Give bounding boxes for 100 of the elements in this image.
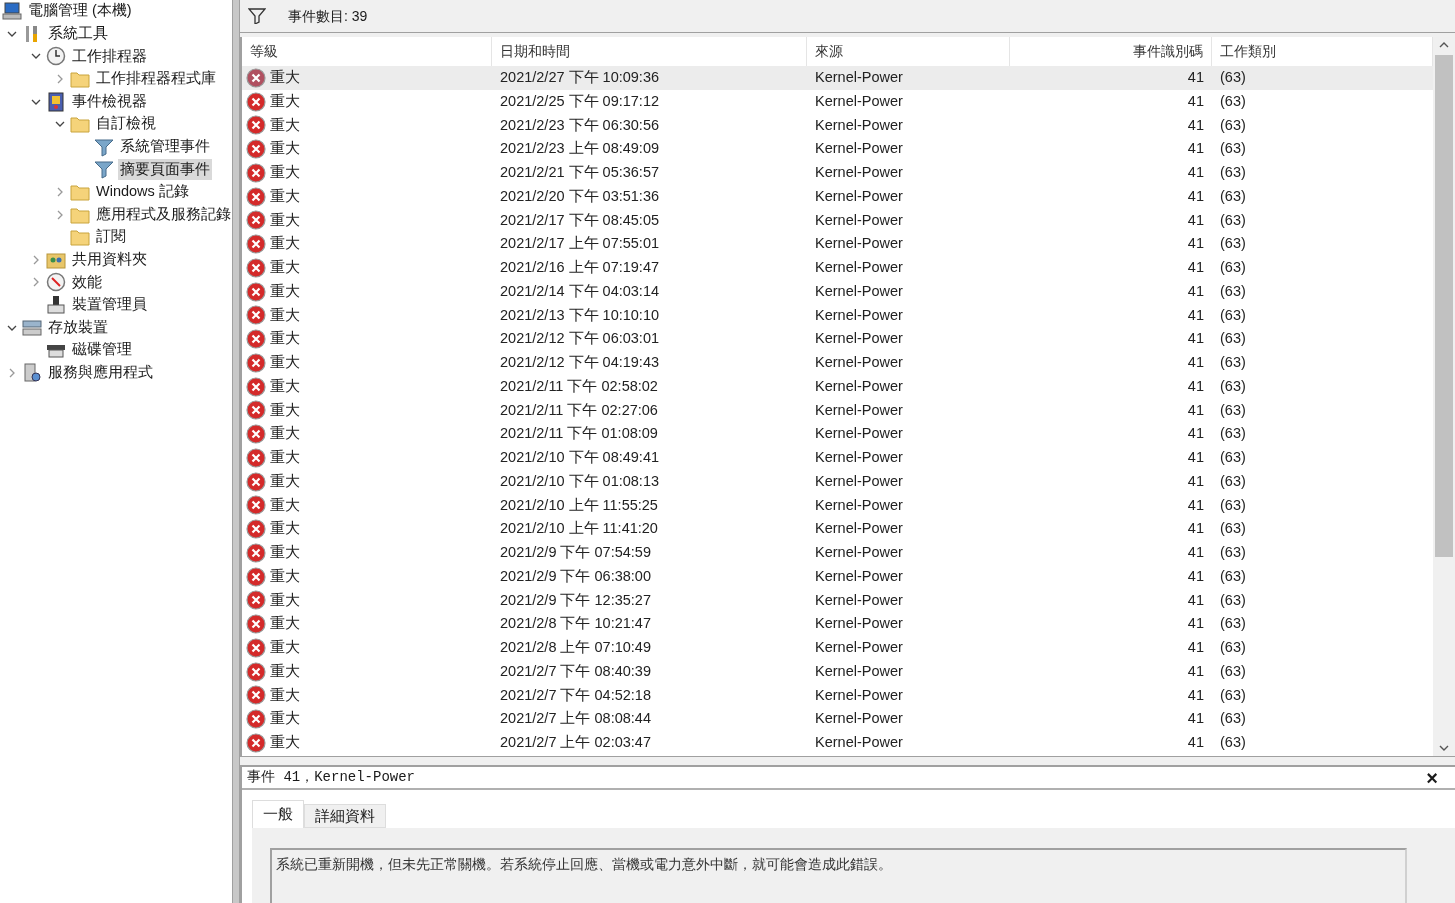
tree-item[interactable]: 工作排程器程式庫 — [94, 68, 218, 90]
table-cell-text: Kernel-Power — [814, 115, 904, 135]
scroll-thumb[interactable] — [1435, 55, 1453, 557]
pane-splitter[interactable] — [232, 0, 240, 903]
table-cell-text: (63) — [1219, 376, 1247, 396]
table-cell-text: 2021/2/17 上午 07:55:01 — [499, 234, 660, 254]
table-cell-text: 41 — [1186, 400, 1205, 420]
table-cell-text: 2021/2/23 上午 08:49:09 — [499, 139, 660, 159]
tree-item[interactable]: 訂閱 — [94, 226, 128, 249]
table-cell-text: 41 — [1186, 424, 1205, 444]
table-cell-text: Kernel-Power — [814, 305, 904, 325]
error-icon — [246, 139, 266, 160]
table-cell-text: 41 — [1186, 376, 1205, 396]
level-text: 重大 — [270, 709, 300, 729]
error-icon — [246, 685, 266, 706]
table-row[interactable]: 重大 2021/2/21 下午 05:36:57 Kernel-Power 41 (63) — [242, 161, 1433, 185]
level-text: 重大 — [270, 353, 300, 372]
tab[interactable]: 詳細資料 — [304, 804, 386, 828]
tree-item[interactable]: 磁碟管理 — [70, 339, 134, 362]
table-cell-text: 2021/2/10 下午 01:08:13 — [499, 471, 660, 491]
table-row[interactable]: 重大 2021/2/7 下午 08:40:39 Kernel-Power 41 (63) — [242, 659, 1433, 684]
tree-item[interactable]: 摘要頁面事件 — [118, 158, 212, 181]
table-cell-text: (63) — [1219, 139, 1247, 159]
table-row[interactable]: 重大 2021/2/23 上午 08:49:09 Kernel-Power 41 (63) — [242, 137, 1433, 161]
table-row[interactable]: 重大 2021/2/20 下午 03:51:36 Kernel-Power 41 (63) — [242, 184, 1433, 209]
table-row[interactable]: 重大 2021/2/23 下午 06:30:56 Kernel-Power 41 (63) — [242, 113, 1433, 138]
table-row[interactable]: 重大 2021/2/17 上午 07:55:01 Kernel-Power 41 (63) — [242, 232, 1433, 256]
tree-item[interactable]: 自訂檢視 — [94, 113, 158, 136]
table-row[interactable]: 重大 2021/2/10 上午 11:55:25 Kernel-Power 41 (63) — [242, 493, 1433, 518]
tree-item[interactable]: 應用程式及服務記錄 — [94, 203, 232, 226]
table-cell-text: Kernel-Power — [814, 590, 904, 610]
table-cell-text: (63) — [1219, 115, 1247, 135]
tree-item[interactable]: 工作排程器 — [70, 45, 149, 68]
tree-item[interactable]: 電腦管理 (本機) — [26, 0, 134, 23]
table-row[interactable]: 重大 2021/2/8 上午 07:10:49 Kernel-Power 41 (63) — [242, 636, 1433, 660]
tree-item[interactable]: 共用資料夾 — [70, 248, 149, 271]
table-cell-text: Kernel-Power — [814, 281, 904, 301]
table-cell-text: (63) — [1219, 733, 1247, 752]
tree-item[interactable]: 存放裝置 — [46, 316, 110, 339]
error-icon — [246, 495, 266, 516]
table-cell-text: 41 — [1186, 448, 1205, 467]
table-cell-text: (63) — [1219, 709, 1247, 729]
tree-item[interactable]: Windows 記錄 — [94, 181, 191, 203]
table-cell-text: Kernel-Power — [814, 163, 904, 182]
error-icon — [246, 162, 266, 183]
table-cell-text: 2021/2/27 下午 10:09:36 — [499, 68, 660, 87]
scroll-down-icon[interactable] — [1439, 744, 1449, 752]
table-cell-text: (63) — [1219, 210, 1247, 230]
table-cell-text: 41 — [1186, 495, 1205, 515]
scrollbar[interactable] — [1433, 37, 1455, 756]
level-text: 重大 — [270, 68, 300, 87]
table-cell-text: Kernel-Power — [814, 329, 904, 349]
table-cell-text: 41 — [1186, 210, 1205, 230]
error-icon — [246, 186, 266, 207]
level-text: 重大 — [270, 139, 300, 159]
table-cell-text: 2021/2/10 上午 11:41:20 — [499, 519, 659, 539]
error-icon — [246, 732, 266, 753]
level-text: 重大 — [270, 329, 300, 349]
table-cell-text: 41 — [1186, 163, 1205, 182]
table-row[interactable]: 重大 2021/2/14 下午 04:03:14 Kernel-Power 41 (63) — [242, 279, 1433, 304]
table-row[interactable]: 重大 2021/2/12 下午 04:19:43 Kernel-Power 41 (63) — [242, 351, 1433, 375]
table-row[interactable]: 重大 2021/2/9 下午 07:54:59 Kernel-Power 41 (63) — [242, 541, 1433, 565]
table-row[interactable]: 重大 2021/2/12 下午 06:03:01 Kernel-Power 41 (63) — [242, 327, 1433, 351]
clock-icon — [46, 46, 66, 67]
level-text: 重大 — [270, 281, 300, 301]
table-cell-text: (63) — [1219, 543, 1247, 562]
table-row[interactable]: 重大 2021/2/7 上午 02:03:47 Kernel-Power 41 (63) — [242, 731, 1433, 755]
table-row[interactable]: 重大 2021/2/9 下午 12:35:27 Kernel-Power 41 (63) — [242, 588, 1433, 613]
table-row[interactable]: 重大 2021/2/7 上午 08:08:44 Kernel-Power 41 (63) — [242, 707, 1433, 731]
table-row[interactable]: 重大 2021/2/10 上午 11:41:20 Kernel-Power 41 (63) — [242, 517, 1433, 541]
tree-item[interactable]: 事件檢視器 — [70, 90, 149, 113]
table-row[interactable]: 重大 2021/2/7 下午 04:52:18 Kernel-Power 41 (63) — [242, 683, 1433, 708]
level-text: 重大 — [270, 638, 300, 657]
table-row[interactable]: 重大 2021/2/11 下午 01:08:09 Kernel-Power 41 (63) — [242, 422, 1433, 446]
error-icon — [246, 447, 266, 468]
table-row[interactable]: 重大 2021/2/17 下午 08:45:05 Kernel-Power 41 (63) — [242, 208, 1433, 233]
scroll-up-icon[interactable] — [1439, 41, 1449, 49]
table-row[interactable]: 重大 2021/2/9 下午 06:38:00 Kernel-Power 41 (63) — [242, 564, 1433, 589]
level-text: 重大 — [270, 424, 300, 444]
table-row[interactable]: 重大 2021/2/8 下午 10:21:47 Kernel-Power 41 (63) — [242, 612, 1433, 636]
table-cell-text: 41 — [1186, 661, 1205, 681]
table-row[interactable]: 重大 2021/2/16 上午 07:19:47 Kernel-Power 41 (63) — [242, 256, 1433, 280]
tree-item[interactable]: 系統工具 — [46, 23, 110, 45]
tree-item[interactable]: 裝置管理員 — [70, 294, 149, 316]
table-cell-text: 2021/2/13 下午 10:10:10 — [499, 305, 660, 325]
tree-item[interactable]: 服務與應用程式 — [46, 361, 155, 384]
table-row[interactable]: 重大 2021/2/13 下午 10:10:10 Kernel-Power 41 (63) — [242, 303, 1433, 328]
table-row[interactable]: 重大 2021/2/10 下午 01:08:13 Kernel-Power 41 (63) — [242, 469, 1433, 494]
table-row[interactable]: 重大 2021/2/10 下午 08:49:41 Kernel-Power 41 (63) — [242, 446, 1433, 470]
tab[interactable]: 一般 — [252, 800, 304, 828]
table-row[interactable]: 重大 2021/2/25 下午 09:17:12 Kernel-Power 41 (63) — [242, 89, 1433, 114]
table-cell-text: 2021/2/7 上午 08:08:44 — [499, 709, 652, 729]
table-cell-text: 41 — [1186, 186, 1205, 206]
table-row[interactable]: 重大 2021/2/11 下午 02:58:02 Kernel-Power 41 (63) — [242, 374, 1433, 399]
table-row[interactable]: 重大 2021/2/11 下午 02:27:06 Kernel-Power 41 (63) — [242, 398, 1433, 423]
close-button[interactable]: × — [1426, 767, 1438, 788]
tree-item[interactable]: 系統管理事件 — [118, 136, 212, 158]
table-row[interactable]: 重大 2021/2/27 下午 10:09:36 Kernel-Power 41 (63) — [242, 66, 1433, 90]
table-cell-text: Kernel-Power — [814, 91, 904, 111]
tree-item[interactable]: 效能 — [70, 271, 104, 294]
